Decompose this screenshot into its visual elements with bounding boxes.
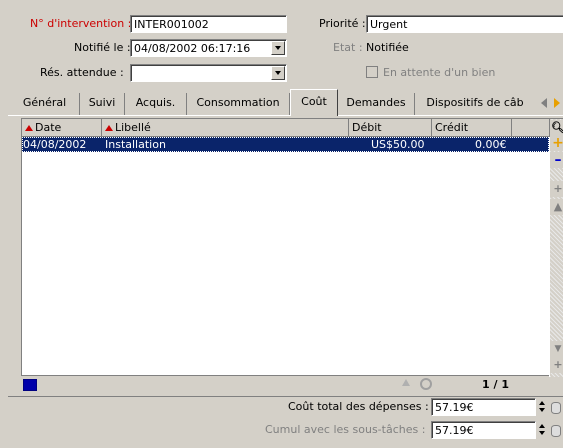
tab-acquis[interactable]: Acquis. <box>125 93 187 115</box>
column-header-filler <box>512 119 550 137</box>
cell-date: 04/08/2002 <box>23 138 87 151</box>
notifie-dropdown-button[interactable] <box>271 41 285 55</box>
intervention-number-field[interactable]: INTER001002 <box>130 15 287 33</box>
notifie-date-field[interactable]: 04/08/2002 06:17:16 <box>130 39 287 57</box>
table-statusbar: 1 / 1 <box>21 375 549 393</box>
cost-table[interactable]: Date Libellé Débit Crédit 04/08/2002 Ins… <box>21 118 563 377</box>
totals-separator <box>8 396 563 397</box>
zoom-icon[interactable]: 🔍︎ <box>550 120 563 136</box>
cell-credit: 0.00€ <box>475 138 507 151</box>
attente-checkbox[interactable] <box>366 66 378 78</box>
tab-consommation[interactable]: Consommation <box>187 93 290 115</box>
cumul-spin-icon[interactable] <box>538 422 546 438</box>
res-attendue-dropdown-button[interactable] <box>271 66 285 80</box>
attente-label: En attente d'un bien <box>383 66 496 79</box>
notifie-date-value: 04/08/2002 06:17:16 <box>134 42 251 55</box>
remove-icon[interactable]: – <box>550 152 563 168</box>
refresh-icon[interactable] <box>420 378 432 390</box>
tab-demandes[interactable]: Demandes <box>338 93 415 115</box>
column-header-credit[interactable]: Crédit <box>432 119 512 137</box>
cell-libelle: Installation <box>105 138 166 151</box>
currency-icon[interactable] <box>551 425 561 437</box>
res-attendue-field[interactable] <box>130 64 287 82</box>
priorite-label: Priorité : <box>319 17 366 30</box>
expand-bottom-icon[interactable]: + <box>550 357 563 373</box>
tab-strip-line <box>8 115 563 116</box>
cumul-field[interactable]: 57.19€ <box>431 421 536 439</box>
scroll-up-icon[interactable]: ▲ <box>550 199 563 215</box>
notifie-label: Notifié le : <box>74 41 131 54</box>
tab-suivi[interactable]: Suivi <box>80 93 125 115</box>
total-spin-icon[interactable] <box>538 399 546 415</box>
tab-cout[interactable]: Coût <box>290 89 338 116</box>
total-label: Coût total des dépenses : <box>288 400 429 413</box>
tab-dispositifs[interactable]: Dispositifs de câb <box>415 93 535 115</box>
column-header-debit[interactable]: Débit <box>349 119 432 137</box>
tab-scroll-left-icon[interactable] <box>541 98 547 108</box>
pagination: 1 / 1 <box>482 378 509 391</box>
cell-debit: US$50.00 <box>371 138 425 151</box>
table-sidebar: 🔍︎ + – + ▲ ▼ + <box>550 119 563 377</box>
res-attendue-label: Rés. attendue : <box>40 66 124 79</box>
priorite-field[interactable]: Urgent <box>366 15 563 33</box>
scroll-down-icon[interactable]: ▼ <box>550 341 563 357</box>
tab-general[interactable]: Général <box>10 93 80 115</box>
etat-value: Notifiée <box>366 41 409 54</box>
total-field[interactable]: 57.19€ <box>431 398 536 416</box>
sort-icon <box>25 125 33 131</box>
etat-label: Etat : <box>333 41 363 54</box>
column-header-libelle[interactable]: Libellé <box>102 119 349 137</box>
add-icon[interactable]: + <box>550 135 563 151</box>
expand-icon[interactable]: + <box>550 181 563 197</box>
intervention-label: N° d'intervention : <box>30 17 132 30</box>
table-row[interactable]: 04/08/2002 Installation US$50.00 0.00€ <box>22 137 549 152</box>
filter-icon[interactable] <box>402 379 410 386</box>
sort-icon <box>105 125 113 131</box>
tab-scroll-right-icon[interactable] <box>554 98 560 108</box>
grid-view-icon[interactable] <box>23 379 37 391</box>
cumul-label: Cumul avec les sous-tâches : <box>265 423 426 436</box>
column-header-date[interactable]: Date <box>22 119 102 137</box>
currency-icon[interactable] <box>551 402 561 414</box>
